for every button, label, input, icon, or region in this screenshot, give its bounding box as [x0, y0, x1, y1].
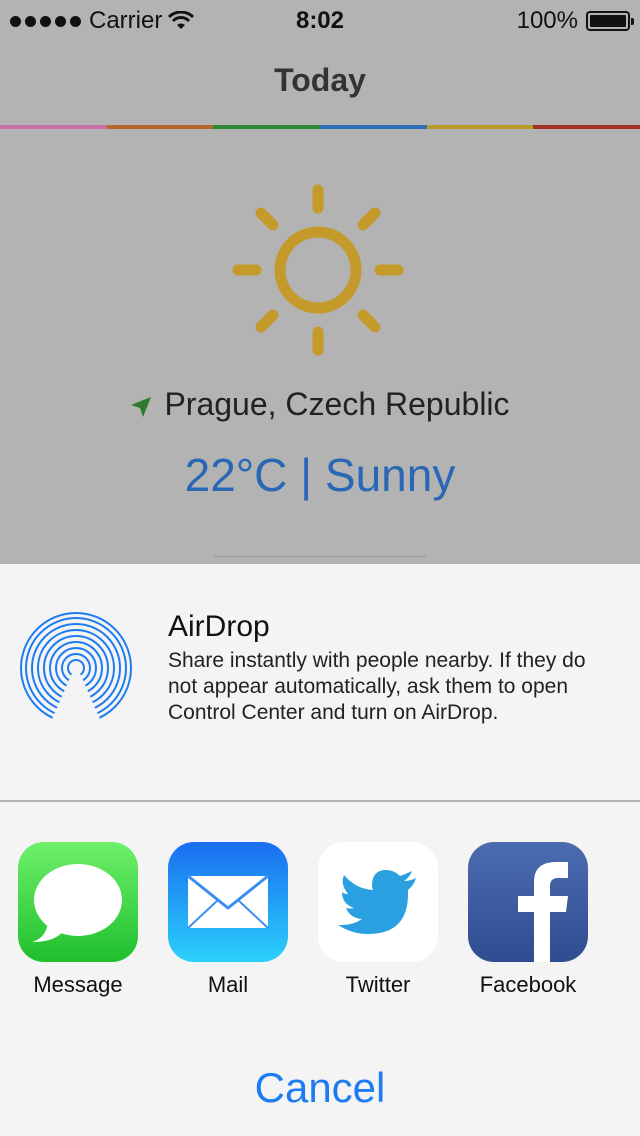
mail-icon: [168, 842, 288, 962]
battery-icon: [586, 11, 634, 31]
color-stripe: [0, 125, 640, 129]
status-right: 100%: [516, 7, 634, 35]
divider: [214, 556, 426, 557]
airdrop-section[interactable]: AirDrop Share instantly with people near…: [0, 564, 640, 800]
sun-icon: [232, 184, 404, 356]
app-label: Mail: [207, 972, 249, 997]
share-message-button[interactable]: Message: [8, 842, 148, 998]
share-facebook-button[interactable]: Facebook: [458, 842, 598, 998]
battery-percent: 100%: [516, 7, 578, 34]
cancel-button[interactable]: Cancel: [0, 1064, 640, 1112]
airdrop-title: AirDrop: [168, 610, 270, 643]
temperature-condition: 22°C | Sunny: [184, 449, 456, 501]
share-mail-button[interactable]: Mail: [158, 842, 298, 998]
stripe-segment: [213, 125, 321, 129]
facebook-icon: [468, 842, 588, 962]
stripe-segment: [320, 125, 427, 129]
share-apps-row: Message Mail Twitter Facebook: [0, 842, 640, 1002]
app-label: Facebook: [479, 972, 577, 997]
stripe-segment: [533, 125, 640, 129]
stripe-segment: [0, 125, 107, 129]
status-bar: Carrier 8:02 100%: [0, 0, 640, 40]
airdrop-description: Share instantly with people nearby. If t…: [168, 649, 586, 724]
message-icon: [18, 842, 138, 962]
separator: [0, 800, 640, 802]
stripe-segment: [106, 125, 214, 129]
airdrop-icon: [20, 612, 132, 724]
location-arrow-icon: [131, 396, 152, 417]
location-row: Prague, Czech Republic: [0, 386, 640, 423]
stripe-segment: [426, 125, 534, 129]
location-label: Prague, Czech Republic: [164, 386, 510, 422]
app-label: Twitter: [345, 972, 411, 997]
app-label: Message: [33, 972, 123, 997]
twitter-icon: [318, 842, 438, 962]
page-title: Today: [274, 62, 366, 98]
share-sheet: AirDrop Share instantly with people near…: [0, 564, 640, 1136]
share-twitter-button[interactable]: Twitter: [308, 842, 448, 998]
